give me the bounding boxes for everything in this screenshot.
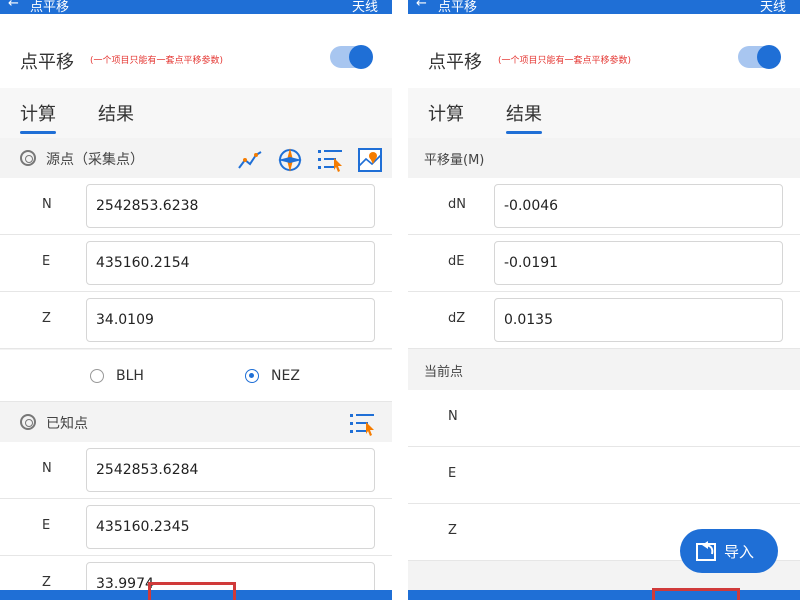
source-tools <box>236 146 382 174</box>
right-screen: ← 点平移 天线 点平移 (一个项目只能有一套点平移参数) 计算 结果 平移量(… <box>408 0 800 600</box>
field-label: E <box>42 254 51 269</box>
back-arrow-icon[interactable]: ← <box>8 0 19 11</box>
left-screen: ← 点平移 天线 点平移 (一个项目只能有一套点平移参数) 计算 结果 源点（采… <box>0 0 392 600</box>
back-arrow-icon[interactable]: ← <box>416 0 427 11</box>
field-label: dE <box>448 254 465 269</box>
offset-de-value: -0.0191 <box>494 241 783 285</box>
offset-de-row: dE -0.0191 <box>408 235 800 292</box>
known-n-row: N 2542853.6284 <box>0 442 392 499</box>
field-label: Z <box>42 311 51 326</box>
offset-header: 平移量(M) <box>408 138 800 178</box>
enable-toggle[interactable] <box>738 45 781 69</box>
curve-chart-icon[interactable] <box>236 146 264 174</box>
offset-dz-row: dZ 0.0135 <box>408 292 800 349</box>
point-translation-header: 点平移 (一个项目只能有一套点平移参数) <box>0 14 392 88</box>
point-translation-header: 点平移 (一个项目只能有一套点平移参数) <box>408 14 800 88</box>
field-label: dZ <box>448 311 466 326</box>
highlight-box <box>148 582 236 600</box>
known-point-label: 已知点 <box>46 416 88 432</box>
map-pick-icon[interactable] <box>356 146 384 174</box>
source-z-row: Z 34.0109 <box>0 292 392 349</box>
known-e-row: E 435160.2345 <box>0 499 392 556</box>
source-n-row: N 2542853.6238 <box>0 178 392 235</box>
list-pick-icon[interactable] <box>348 410 376 438</box>
offset-dn-value: -0.0046 <box>494 184 783 228</box>
tab-bar: 计算 结果 <box>0 88 392 138</box>
tab-bar: 计算 结果 <box>408 88 800 138</box>
import-label: 导入 <box>724 543 755 561</box>
field-label: E <box>42 518 51 533</box>
radio-dot-selected <box>245 369 259 383</box>
antenna-button[interactable]: 天线 <box>352 0 378 15</box>
active-tab-underline <box>20 131 56 134</box>
compass-icon[interactable] <box>276 146 304 174</box>
field-label: Z <box>448 523 457 538</box>
field-label: N <box>42 461 52 476</box>
antenna-button[interactable]: 天线 <box>760 0 786 15</box>
field-label: N <box>448 409 458 424</box>
field-label: N <box>42 197 52 212</box>
known-n-input[interactable]: 2542853.6284 <box>86 448 375 492</box>
source-point-label: 源点（采集点） <box>46 152 144 168</box>
tab-result[interactable]: 结果 <box>98 100 134 126</box>
enable-toggle[interactable] <box>330 45 373 69</box>
field-label: E <box>448 466 457 481</box>
toggle-knob <box>757 45 781 69</box>
source-e-input[interactable]: 435160.2154 <box>86 241 375 285</box>
tab-result-label: 结果 <box>506 104 542 125</box>
tab-calc[interactable]: 计算 <box>20 100 56 134</box>
radio-label: BLH <box>116 368 144 384</box>
import-icon <box>696 541 716 561</box>
parameter-note: (一个项目只能有一套点平移参数) <box>90 56 224 66</box>
source-e-row: E 435160.2154 <box>0 235 392 292</box>
active-tab-underline <box>506 131 542 134</box>
offset-dz-value: 0.0135 <box>494 298 783 342</box>
tab-result[interactable]: 结果 <box>506 100 542 134</box>
toggle-knob <box>349 45 373 69</box>
radio-dot <box>90 369 104 383</box>
tab-result-label: 结果 <box>98 104 134 125</box>
top-bar: ← 点平移 天线 <box>0 0 392 15</box>
radio-label: NEZ <box>271 368 300 384</box>
current-e-row: E <box>408 447 800 504</box>
field-label: dN <box>448 197 466 212</box>
top-bar: ← 点平移 天线 <box>408 0 800 15</box>
list-pick-icon[interactable] <box>316 146 344 174</box>
page-title: 点平移 <box>438 0 478 15</box>
known-point-header: 已知点 <box>0 402 392 442</box>
offset-label: 平移量(M) <box>424 153 485 168</box>
known-tools <box>348 410 376 438</box>
offset-dn-row: dN -0.0046 <box>408 178 800 235</box>
section-title: 点平移 <box>20 52 74 73</box>
field-label: Z <box>42 575 51 590</box>
source-n-input[interactable]: 2542853.6238 <box>86 184 375 228</box>
known-e-input[interactable]: 435160.2345 <box>86 505 375 549</box>
import-button[interactable]: 导入 <box>680 529 778 573</box>
highlight-box <box>652 588 740 600</box>
tab-calc-label: 计算 <box>428 104 464 125</box>
source-point-header: 源点（采集点） <box>0 138 392 178</box>
tab-calc[interactable]: 计算 <box>428 100 464 126</box>
current-point-header: 当前点 <box>408 350 800 390</box>
tab-calc-label: 计算 <box>20 104 56 125</box>
target-icon <box>20 150 36 166</box>
source-z-input[interactable]: 34.0109 <box>86 298 375 342</box>
current-n-row: N <box>408 390 800 447</box>
current-point-label: 当前点 <box>424 365 464 380</box>
bottom-action-bar[interactable] <box>408 590 800 600</box>
target-icon <box>20 414 36 430</box>
coordinate-mode-row: BLH NEZ <box>0 350 392 402</box>
parameter-note: (一个项目只能有一套点平移参数) <box>498 56 632 66</box>
section-title: 点平移 <box>428 52 482 73</box>
page-title: 点平移 <box>30 0 70 15</box>
